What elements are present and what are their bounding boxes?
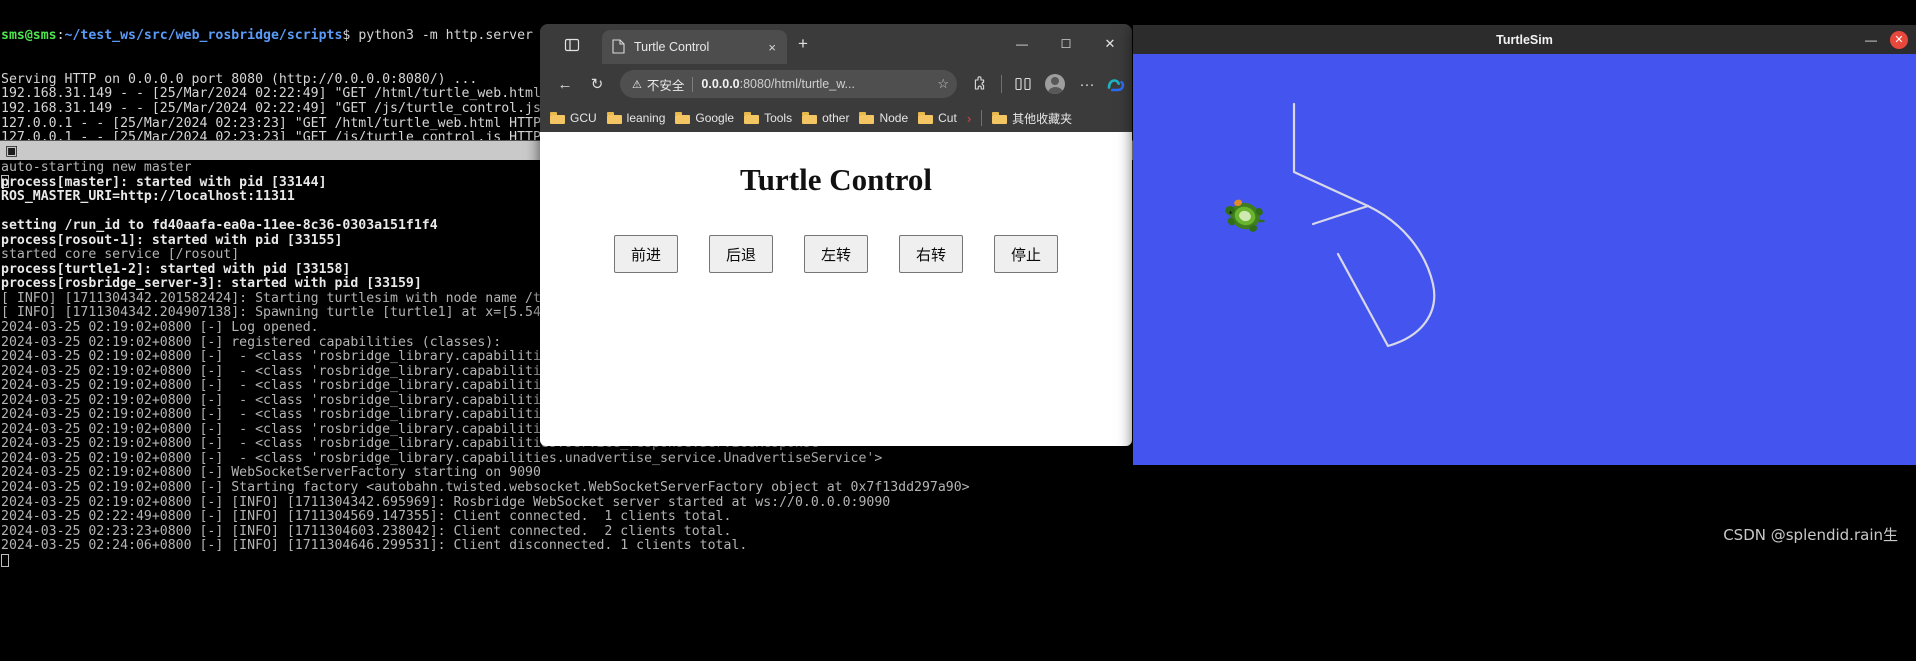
more-options-icon[interactable]: ··· — [1072, 70, 1102, 98]
bookmark-label: 其他收藏夹 — [1012, 111, 1073, 126]
toolbar-divider — [1001, 75, 1002, 93]
bookmark-item-tools[interactable]: Tools — [744, 111, 792, 125]
security-status-label: 不安全 — [646, 78, 685, 93]
terminal-line: 2024-03-25 02:19:02+0800 [-] [INFO] [171… — [1, 494, 891, 510]
security-status[interactable]: ⚠ 不安全 — [632, 75, 684, 94]
turtlesim-window-controls: — ✕ — [1862, 25, 1908, 54]
url-host: 0.0.0.0 — [701, 77, 740, 91]
new-tab-button[interactable]: + — [798, 35, 808, 52]
folder-icon — [675, 112, 691, 124]
screen: sms@sms:~/test_ws/src/web_rosbridge/scri… — [0, 0, 1916, 661]
tab-title: Turtle Control — [634, 40, 710, 54]
folder-icon — [550, 112, 565, 124]
profile-button[interactable] — [1040, 70, 1070, 98]
toolbar-right-group: ··· — [965, 70, 1126, 98]
turtlesim-window: TurtleSim — ✕ — [1133, 25, 1916, 465]
bookmark-label: Node — [879, 111, 909, 125]
bookmark-label: leaning — [626, 111, 666, 125]
address-bar[interactable]: ⚠ 不安全 0.0.0.0:8080/html/turtle_w... ☆ — [620, 70, 957, 98]
terminal-line: 2024-03-25 02:23:23+0800 [-] [INFO] [171… — [1, 523, 732, 539]
turn-right-button[interactable]: 右转 — [899, 235, 964, 273]
bookmark-item-google[interactable]: Google — [675, 111, 734, 125]
bookmark-label: Tools — [764, 111, 793, 125]
close-button[interactable]: ✕ — [1088, 28, 1132, 60]
bookmark-item-cut[interactable]: Cut — [918, 111, 957, 125]
back-icon[interactable]: ← — [550, 70, 580, 98]
url-path: :8080/html/turtle_w... — [739, 77, 855, 91]
folder-icon — [606, 112, 622, 124]
bookmark-label: Cut — [938, 111, 957, 125]
tab-strip: Turtle Control × + — ☐ ✕ — [540, 24, 1132, 64]
folder-icon — [802, 112, 818, 124]
omnibox-divider — [692, 76, 694, 92]
sidebar-toggle-icon[interactable] — [560, 34, 584, 56]
bookmark-item-node[interactable]: Node — [859, 111, 908, 125]
web-page-content: Turtle Control 前进 后退 左转 右转 停止 — [540, 132, 1132, 446]
stop-button[interactable]: 停止 — [994, 235, 1059, 273]
avatar-icon — [1045, 74, 1065, 94]
browser-toolbar: ← ↻ ⚠ 不安全 0.0.0.0:8080/html/turtle_w... … — [540, 64, 1132, 104]
turtlesim-close-button[interactable]: ✕ — [1890, 30, 1908, 49]
bookmarks-bar: GCU leaning Google Tools other Node Cut › 其他收藏夹 — [540, 104, 1132, 132]
page-icon — [612, 39, 626, 55]
terminal-cursor — [1, 553, 9, 567]
turtle-path — [1292, 102, 1436, 348]
forward-button[interactable]: 前进 — [613, 235, 678, 273]
bookmark-item-leaning[interactable]: leaning — [606, 111, 666, 125]
prompt-separator: : — [56, 28, 65, 44]
turtlesim-canvas[interactable] — [1133, 54, 1916, 465]
folder-icon — [744, 112, 760, 124]
copilot-icon[interactable] — [1104, 74, 1126, 94]
watermark: CSDN @splendid.rain生 — [1723, 526, 1898, 545]
folder-icon — [992, 112, 1008, 124]
url-text: 0.0.0.0:8080/html/turtle_w... — [701, 77, 931, 91]
window-controls: — ☐ ✕ — [1000, 24, 1132, 64]
folder-icon — [859, 112, 875, 124]
bookmarks-overflow-icon[interactable]: › — [967, 111, 971, 126]
turtlesim-minimize-button[interactable]: — — [1862, 33, 1880, 47]
tab-close-icon[interactable]: × — [765, 39, 779, 56]
terminal-line: 2024-03-25 02:19:02+0800 [-] Starting fa… — [1, 480, 970, 496]
backward-button[interactable]: 后退 — [708, 235, 773, 273]
terminal-line: 2024-03-25 02:19:02+0800 [-] WebSocketSe… — [1, 465, 541, 481]
turn-left-button[interactable]: 左转 — [803, 235, 868, 273]
tab-turtle-control[interactable]: Turtle Control × — [602, 30, 787, 64]
maximize-button[interactable]: ☐ — [1044, 28, 1088, 60]
bookmarks-divider — [981, 110, 983, 126]
browser-window: Turtle Control × + — ☐ ✕ ← ↻ ⚠ 不安全 0.0.0… — [540, 24, 1132, 446]
split-pane-icon[interactable]: ▣ — [5, 143, 21, 159]
split-screen-icon[interactable] — [1008, 70, 1038, 98]
turtle-sprite — [1225, 199, 1265, 232]
bookmark-star-icon[interactable]: ☆ — [931, 76, 949, 92]
bookmark-item-other-favorites[interactable]: 其他收藏夹 — [992, 110, 1072, 127]
bookmark-label: Google — [695, 111, 735, 125]
bookmark-item-gcu[interactable]: GCU — [550, 111, 597, 125]
terminal-line: 2024-03-25 02:24:06+0800 [-] [INFO] [171… — [1, 538, 748, 554]
bookmark-label: GCU — [570, 111, 597, 125]
minimize-button[interactable]: — — [1000, 28, 1044, 60]
prompt-user: sms@sms — [1, 28, 57, 44]
folder-icon — [918, 112, 934, 124]
terminal-line: 2024-03-25 02:22:49+0800 [-] [INFO] [171… — [1, 509, 732, 525]
page-title: Turtle Control — [739, 162, 933, 197]
turtlesim-title-bar[interactable]: TurtleSim — ✕ — [1133, 25, 1916, 54]
bookmark-item-other[interactable]: other — [802, 111, 849, 125]
extensions-icon[interactable] — [965, 70, 995, 98]
reload-icon[interactable]: ↻ — [582, 70, 612, 98]
warning-triangle-icon: ⚠ — [632, 78, 642, 91]
prompt-path: ~/test_ws/src/web_rosbridge/scripts — [64, 28, 343, 44]
bookmark-label: other — [822, 111, 850, 125]
turtle-control-buttons: 前进 后退 左转 右转 停止 — [540, 235, 1132, 273]
turtlesim-title: TurtleSim — [1496, 32, 1553, 47]
prompt-symbol: $ — [342, 28, 359, 44]
terminal-cursor-line — [1, 553, 1916, 569]
